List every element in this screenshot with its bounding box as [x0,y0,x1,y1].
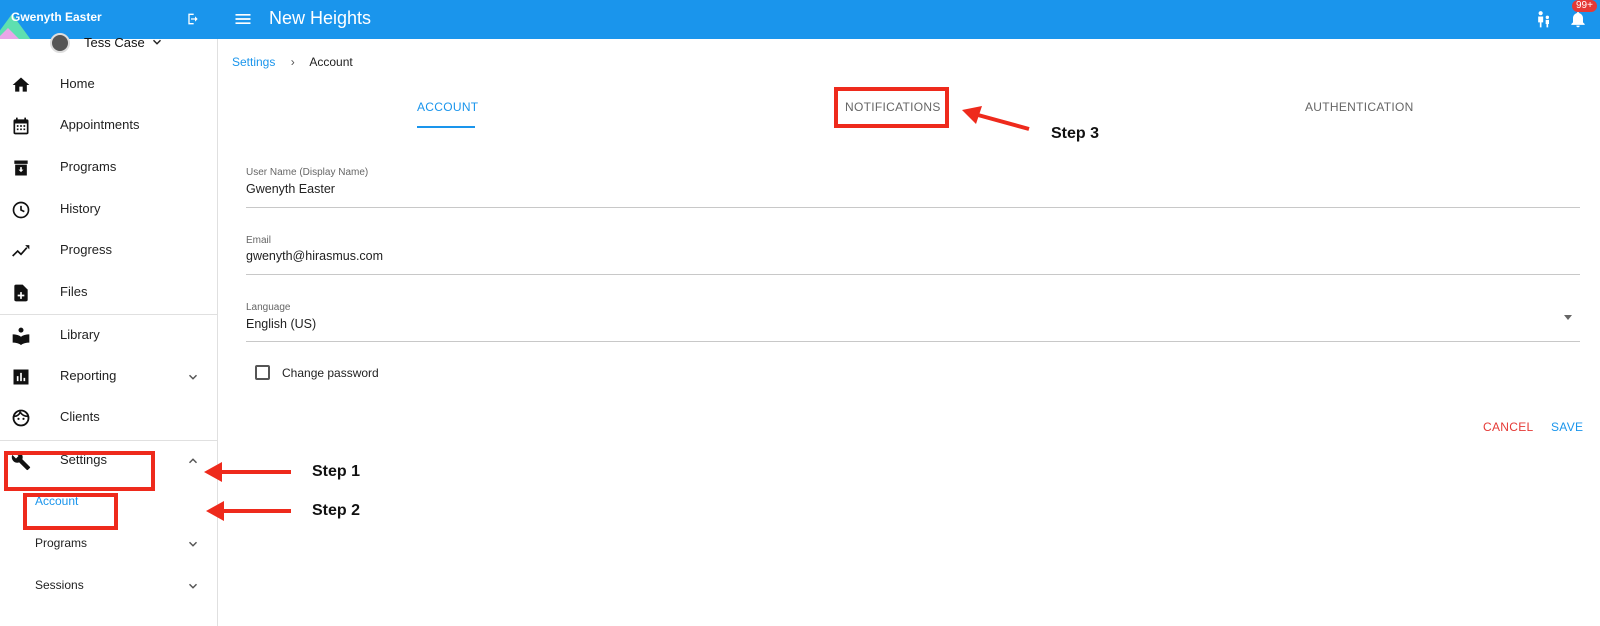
step1-highlight-box [4,451,155,491]
sidebar-item-label: Appointments [60,117,140,132]
sidebar-item-label: Library [60,327,100,342]
brand-decoration-2 [0,28,24,39]
active-tab-indicator [417,126,475,128]
brand-area: Gwenyth Easter [0,0,217,39]
sidebar-item-label: Clients [60,409,100,424]
chevron-right-icon: › [290,55,295,69]
sidebar-item-home[interactable]: Home [0,65,217,105]
chevron-down-icon[interactable] [150,35,164,49]
breadcrumb-settings-link[interactable]: Settings [232,55,275,69]
username-label: User Name (Display Name) [246,167,369,178]
cancel-button[interactable]: CANCEL [1483,420,1533,434]
step3-label: Step 3 [1051,125,1100,142]
sidebar-item-appointments[interactable]: Appointments [0,106,217,146]
chevron-down-icon[interactable] [186,370,200,384]
sidebar-item-label: History [60,201,101,216]
sidebar-subitem-sessions[interactable]: Sessions [0,568,217,604]
username-value[interactable]: Gwenyth Easter [246,182,335,196]
chevron-down-icon[interactable] [186,579,200,593]
trending-icon [12,245,30,257]
sidebar-item-label: Home [60,76,95,91]
hamburger-menu-icon[interactable] [233,9,253,29]
user-switcher[interactable]: Tess Case [0,33,217,57]
email-value[interactable]: gwenyth@hirasmus.com [246,249,383,263]
book-icon [12,327,30,346]
tab-authentication[interactable]: AUTHENTICATION [1305,100,1414,114]
calendar-icon [13,117,29,135]
step3-arrow [962,106,1030,131]
archive-icon [14,160,28,176]
file-add-icon [14,284,28,302]
language-value[interactable]: English (US) [246,317,316,331]
logout-icon[interactable] [185,11,201,27]
language-select[interactable]: Language English (US) [246,302,1580,342]
breadcrumb: Settings › Account [232,55,353,69]
username-field[interactable]: User Name (Display Name) Gwenyth Easter [246,167,1580,208]
step2-highlight-box [23,493,118,530]
sidebar-item-progress[interactable]: Progress [0,231,217,271]
sidebar-item-programs[interactable]: Programs [0,148,217,188]
sidebar-divider [0,314,217,315]
sidebar-item-label: Programs [60,159,117,174]
avatar [50,33,70,53]
step2-label: Step 2 [312,502,361,519]
email-field[interactable]: Email gwenyth@hirasmus.com [246,235,1580,275]
sidebar-item-label: Progress [60,242,113,257]
top-app-bar: Gwenyth Easter New Heights 99+ [0,0,1600,39]
breadcrumb-current: Account [309,55,353,69]
language-label: Language [246,302,291,313]
people-icon[interactable] [1534,9,1554,29]
face-icon [12,409,30,427]
sidebar-item-reporting[interactable]: Reporting [0,357,217,397]
change-password-checkbox[interactable] [255,365,270,380]
clock-icon [12,201,30,219]
app-title: New Heights [269,8,372,28]
sidebar-subitem-label: Sessions [35,578,84,592]
dropdown-arrow-icon[interactable] [1564,315,1572,320]
tab-account[interactable]: ACCOUNT [417,100,478,114]
notification-bell-icon[interactable] [1568,9,1588,29]
step2-arrow [206,501,291,521]
sidebar-item-library[interactable]: Library [0,316,217,356]
home-icon [12,77,30,92]
email-label: Email [246,235,272,246]
notification-badge: 99+ [1572,0,1597,12]
sidebar-item-clients[interactable]: Clients [0,398,217,438]
sidebar-item-files[interactable]: Files [0,273,217,313]
brand-user-name: Gwenyth Easter [11,10,102,24]
chevron-up-icon[interactable] [186,454,200,468]
sidebar-item-label: Files [60,284,88,299]
step1-label: Step 1 [312,463,361,480]
bar-chart-icon [13,369,29,385]
sidebar-subitem-label: Programs [35,536,88,550]
sidebar-subitem-programs[interactable]: Programs [0,526,217,562]
change-password-label[interactable]: Change password [282,366,379,380]
sidebar: Tess Case Home Appointments Programs His… [0,33,218,626]
save-button[interactable]: SAVE [1551,420,1583,434]
step3-highlight-box [834,87,949,128]
chevron-down-icon[interactable] [186,537,200,551]
current-user-name: Tess Case [84,35,145,50]
sidebar-item-history[interactable]: History [0,190,217,230]
sidebar-item-label: Reporting [60,368,117,383]
